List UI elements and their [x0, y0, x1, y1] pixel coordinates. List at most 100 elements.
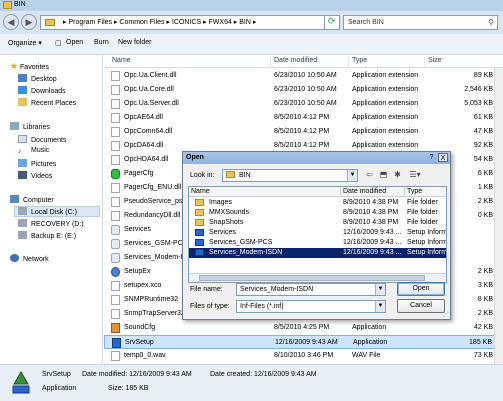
dialog-list-item[interactable]: Services_GSM-PCS 12/16/2009 9:43 ... Setup… — [189, 238, 446, 248]
sidebar-computer[interactable]: Computer — [10, 195, 54, 204]
vertical-scrollbar[interactable] — [494, 68, 503, 364]
chevron-down-icon[interactable]: ▼ — [375, 284, 385, 295]
help-button[interactable]: ? — [427, 153, 436, 162]
details-date-modified: Date modified: 12/16/2009 9:43 AM — [82, 371, 192, 378]
column-type[interactable]: Type — [348, 57, 367, 68]
sidebar-item-recent[interactable]: Recent Places — [18, 98, 76, 107]
close-button[interactable]: X — [438, 153, 448, 162]
file-size: 61 KB — [473, 114, 493, 121]
forward-button[interactable]: ▶ — [21, 14, 37, 30]
file-name: OpcDA64.dll — [124, 142, 164, 149]
file-name-value: Services_Modem-ISDN — [240, 286, 314, 293]
up-folder-icon[interactable]: ⬒ — [378, 170, 389, 181]
gear-icon — [111, 239, 120, 249]
file-type-select[interactable]: Inf-Files (*.inf) ▼ — [236, 300, 386, 313]
file-type: WAV File — [352, 352, 381, 359]
file-size: 2 KB — [477, 268, 493, 275]
file-date: 8/5/2010 4:12 PM — [274, 114, 330, 121]
dialog-column-date[interactable]: Date modified — [341, 187, 405, 197]
file-row[interactable]: SoundCfg 8/5/2010 4:25 PM Application 42 KB — [104, 321, 503, 335]
burn-button[interactable]: Burn — [94, 39, 109, 46]
file-icon — [111, 155, 120, 165]
file-size: 89 KB — [473, 72, 493, 79]
file-date: 8/10/2010 3:46 PM — [274, 352, 334, 359]
file-row[interactable]: Opc.Ua.Client.dll 6/23/2010 10:50 AM Appli… — [104, 69, 503, 83]
dialog-list-item[interactable]: Services_Modem-ISDN 12/16/2009 9:43 ... Se… — [189, 248, 446, 258]
dialog-list-item[interactable]: Images 8/9/2010 4:38 PM File folder — [189, 198, 446, 208]
sidebar-item-music[interactable]: ♪ Music — [18, 147, 49, 156]
address-bar[interactable]: ▸ Program Files ▸ Common Files ▸ ICONICS… — [40, 15, 340, 30]
file-date: 8/5/2010 4:12 PM — [274, 128, 330, 135]
file-name: PagerCfg_ENU.dll — [124, 184, 182, 191]
sidebar-item-recovery[interactable]: RECOVERY (D:) — [18, 219, 84, 228]
dialog-column-type[interactable]: Type — [405, 187, 446, 197]
sidebar-item-backup[interactable]: Backup E: (E:) — [18, 231, 76, 240]
file-row[interactable]: SrvSetup 12/16/2009 9:43 AM Application 185… — [104, 335, 503, 349]
computer-icon — [10, 195, 19, 203]
file-type-label: Files of type: — [190, 303, 230, 310]
column-date[interactable]: Date modified — [270, 57, 317, 68]
sidebar-item-downloads[interactable]: Downloads — [18, 86, 66, 95]
file-name: temp0_0.wav — [124, 352, 166, 359]
file-name-field[interactable]: Services_Modem-ISDN ▼ — [236, 283, 386, 296]
sidebar-item-local-disk[interactable]: Local Disk (C:) — [14, 206, 100, 217]
new-folder-button[interactable]: New folder — [118, 39, 151, 46]
drive-icon — [18, 207, 27, 215]
file-name: Services — [124, 226, 151, 233]
setup-icon — [112, 338, 121, 348]
horizontal-scrollbar[interactable] — [189, 273, 446, 282]
dialog-column-name[interactable]: Name — [189, 187, 341, 197]
cancel-button[interactable]: Cancel — [397, 299, 445, 313]
sidebar-item-videos[interactable]: Videos — [18, 171, 52, 180]
chevron-down-icon[interactable]: ▼ — [375, 301, 385, 312]
green-icon — [111, 169, 120, 179]
file-row[interactable]: OpcAE64.dll 8/5/2010 4:12 PM Application e… — [104, 111, 503, 125]
view-menu-icon[interactable]: ☰▾ — [406, 170, 424, 181]
resize-grip-icon[interactable]: ⋰ — [443, 311, 449, 318]
pictures-icon — [18, 159, 27, 167]
file-row[interactable]: Opc.Ua.Core.dll 6/23/2010 10:50 AM Applica… — [104, 83, 503, 97]
search-input[interactable]: Search BIN ⚲ — [343, 15, 498, 30]
downloads-icon — [18, 86, 27, 94]
dialog-item-date: 8/9/2010 4:38 PM — [343, 209, 399, 216]
file-row[interactable]: OpcComn64.dll 8/5/2010 4:12 PM Application… — [104, 125, 503, 139]
back-icon[interactable]: ⇦ — [364, 170, 375, 181]
back-button[interactable]: ◀ — [3, 14, 19, 30]
file-size: 2 KB — [477, 198, 493, 205]
dialog-item-date: 12/16/2009 9:43 ... — [343, 239, 402, 246]
file-icon — [111, 183, 120, 193]
network-icon — [10, 254, 19, 262]
file-row[interactable]: Opc.Ua.Server.dll 6/23/2010 10:50 AM Appli… — [104, 97, 503, 111]
column-name[interactable]: Name — [109, 57, 131, 68]
address-bar-area: ◀ ▶ ▸ Program Files ▸ Common Files ▸ ICO… — [0, 11, 503, 34]
organize-button[interactable]: Organize ▾ — [8, 39, 42, 47]
sidebar-item-documents[interactable]: Documents — [18, 135, 66, 144]
dialog-list-item[interactable]: Services 12/16/2009 9:43 ... Setup Inform — [189, 228, 446, 238]
sidebar-libraries[interactable]: Libraries — [10, 122, 50, 131]
scrollbar-thumb[interactable] — [199, 275, 425, 281]
dialog-list-item[interactable]: MMXSounds 8/9/2010 4:38 PM File folder — [189, 208, 446, 218]
open-button[interactable]: Open — [397, 282, 445, 296]
new-folder-icon[interactable]: ✱ — [392, 170, 403, 181]
file-row[interactable]: temp0_0.wav 8/10/2010 3:46 PM WAV File 73 K… — [104, 349, 503, 363]
dialog-item-type: Setup Inform — [407, 239, 446, 246]
dialog-item-type: File folder — [407, 199, 438, 206]
sidebar-favorites[interactable]: ★ Favorites — [10, 61, 49, 72]
sidebar-network[interactable]: Network — [10, 254, 49, 263]
file-size: 2,546 KB — [464, 86, 493, 93]
look-in-select[interactable]: BIN ▼ — [222, 169, 358, 182]
file-name: setupex.xco — [124, 282, 162, 289]
dialog-item-type: Setup Inform — [407, 229, 446, 236]
sidebar-item-pictures[interactable]: Pictures — [18, 159, 56, 168]
file-name: RedundancyDll.dll — [124, 212, 181, 219]
refresh-button[interactable]: ⟳ — [324, 15, 338, 30]
dialog-item-name: Services_GSM-PCS — [209, 239, 273, 246]
drive-icon — [18, 219, 27, 227]
sidebar-item-desktop[interactable]: Desktop — [18, 74, 57, 83]
dialog-list-item[interactable]: SnapShots 8/9/2010 4:38 PM File folder — [189, 218, 446, 228]
folder-icon — [195, 209, 204, 216]
chevron-down-icon[interactable]: ▼ — [347, 170, 357, 181]
music-icon: ♪ — [18, 148, 22, 155]
open-button[interactable]: Open — [66, 39, 83, 46]
column-size[interactable]: Size — [424, 57, 442, 68]
